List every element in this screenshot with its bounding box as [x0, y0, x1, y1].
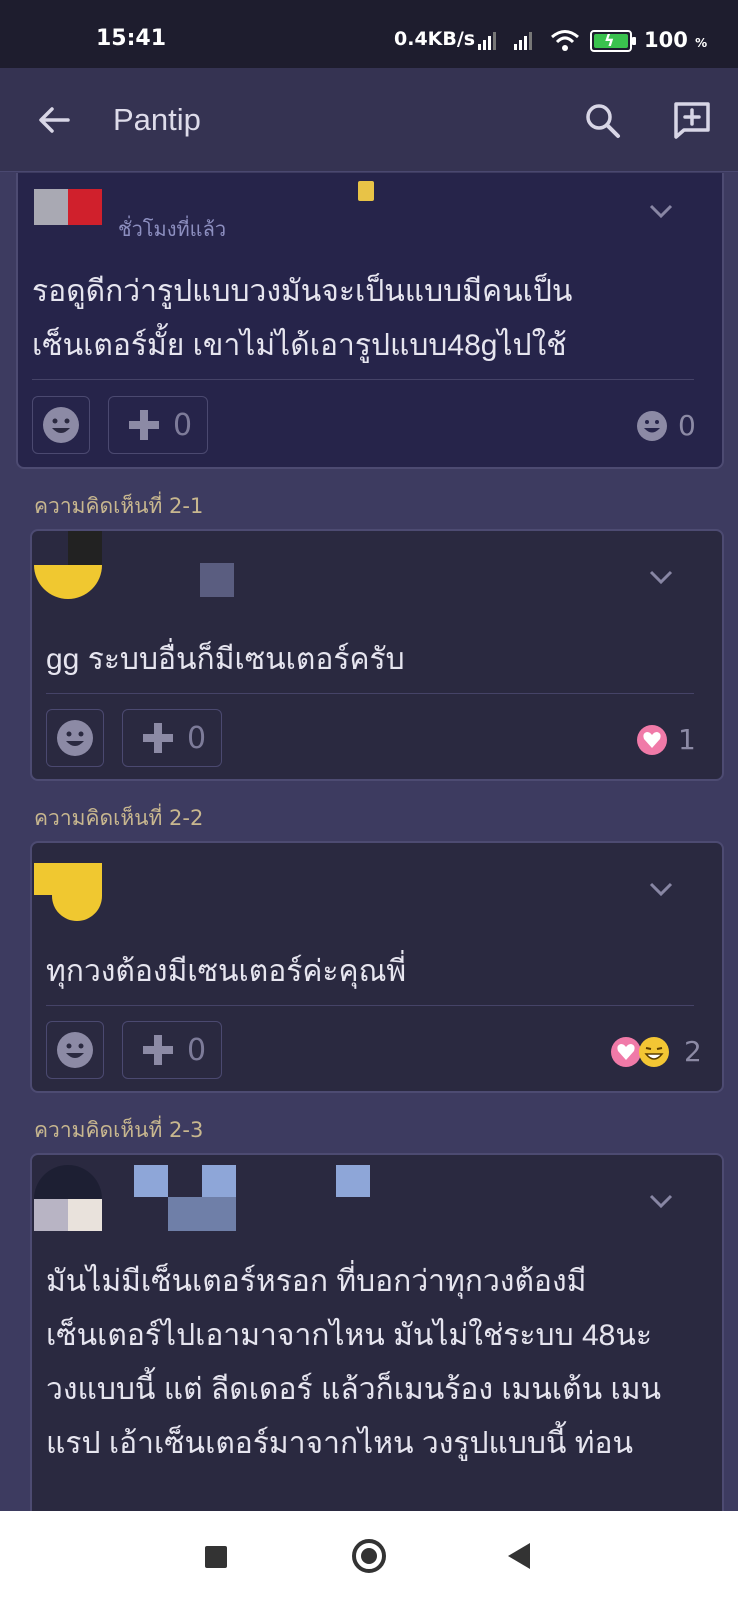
comment-label: ความคิดเห็นที่ 2-2 — [34, 806, 204, 830]
chevron-down-icon[interactable] — [648, 1193, 674, 1209]
home-icon[interactable] — [352, 1539, 386, 1573]
plus-icon — [143, 1035, 173, 1065]
system-nav-bar — [0, 1511, 738, 1600]
back-icon[interactable] — [508, 1543, 530, 1569]
reaction-count: 0 — [678, 409, 696, 442]
divider — [32, 379, 694, 380]
plus-count: 0 — [173, 407, 193, 443]
plus-vote-button[interactable]: 0 — [122, 709, 222, 767]
badge-icon — [358, 181, 374, 201]
app-bar: Pantip — [0, 68, 738, 172]
smile-icon — [637, 410, 667, 441]
chevron-down-icon[interactable] — [648, 203, 674, 219]
comment-label: ความคิดเห็นที่ 2-3 — [34, 1118, 204, 1142]
username-redacted — [336, 1165, 370, 1197]
reaction-count: 2 — [684, 1035, 702, 1068]
plus-vote-button[interactable]: 0 — [122, 1021, 222, 1079]
chevron-down-icon[interactable] — [648, 569, 674, 585]
reaction-summary[interactable]: 0 — [636, 409, 696, 442]
plus-icon — [143, 723, 173, 753]
comment-text: มันไม่มีเซ็นเตอร์หรอก ที่บอกว่าทุกวงต้อง… — [46, 1265, 662, 1460]
reaction-summary[interactable]: 2 — [610, 1035, 702, 1068]
comment-card: gg ระบบอื่นก็มีเซนเตอร์ครับ 0 1 — [30, 529, 724, 781]
comment-card: ทุกวงต้องมีเซนเตอร์ค่ะคุณพี่ 0 2 — [30, 841, 724, 1093]
avatar — [34, 531, 102, 609]
arrow-left-icon[interactable] — [36, 102, 72, 138]
signal-icon — [478, 30, 496, 50]
network-speed: 0.4KB/s — [394, 28, 476, 50]
timestamp: ชั่วโมงที่แล้ว — [118, 217, 227, 241]
emoji-button[interactable] — [46, 1021, 104, 1079]
plus-count: 0 — [187, 1032, 207, 1068]
search-icon[interactable] — [584, 102, 622, 140]
plus-vote-button[interactable]: 0 — [108, 396, 208, 454]
avatar — [34, 1165, 102, 1231]
comment-text: gg ระบบอื่นก็มีเซนเตอร์ครับ — [46, 643, 405, 676]
laugh-icon — [639, 1036, 669, 1067]
username-redacted — [200, 563, 234, 597]
comment-text: ทุกวงต้องมีเซนเตอร์ค่ะคุณพี่ — [46, 955, 407, 988]
reaction-summary[interactable]: 1 — [636, 723, 696, 756]
status-bar: 15:41 0.4KB/s ϟ 100 % — [0, 0, 738, 68]
app-title: Pantip — [113, 102, 201, 137]
signal-icon-2 — [514, 30, 532, 50]
divider — [46, 1005, 694, 1006]
plus-count: 0 — [187, 720, 207, 756]
avatar — [34, 189, 102, 225]
smile-icon — [57, 1032, 93, 1068]
status-time: 15:41 — [96, 26, 167, 51]
emoji-button[interactable] — [46, 709, 104, 767]
comment-text: รอดูดีกว่ารูปแบบวงมันจะเป็นแบบมีคนเป็น เ… — [32, 275, 573, 362]
emoji-button[interactable] — [32, 396, 90, 454]
battery-icon: ϟ — [590, 30, 636, 52]
divider — [46, 693, 694, 694]
recent-apps-icon[interactable] — [205, 1546, 227, 1568]
comment-card: มันไม่มีเซ็นเตอร์หรอก ที่บอกว่าทุกวงต้อง… — [30, 1153, 724, 1511]
username-redacted — [134, 1165, 168, 1197]
plus-icon — [129, 410, 159, 440]
username-redacted — [202, 1165, 236, 1197]
chevron-down-icon[interactable] — [648, 881, 674, 897]
battery-percent: 100 % — [644, 28, 708, 52]
username-redacted — [168, 1197, 236, 1231]
smile-icon — [57, 720, 93, 756]
new-post-icon[interactable] — [672, 100, 712, 140]
avatar — [34, 863, 102, 921]
comments-list[interactable]: ชั่วโมงที่แล้ว รอดูดีกว่ารูปแบบวงมันจะเป… — [0, 173, 738, 1511]
reaction-count: 1 — [678, 723, 696, 756]
smile-icon — [43, 407, 79, 443]
heart-icon — [637, 724, 667, 755]
comment-label: ความคิดเห็นที่ 2-1 — [34, 494, 204, 518]
comment-card: ชั่วโมงที่แล้ว รอดูดีกว่ารูปแบบวงมันจะเป… — [16, 173, 724, 469]
wifi-icon — [551, 30, 579, 51]
